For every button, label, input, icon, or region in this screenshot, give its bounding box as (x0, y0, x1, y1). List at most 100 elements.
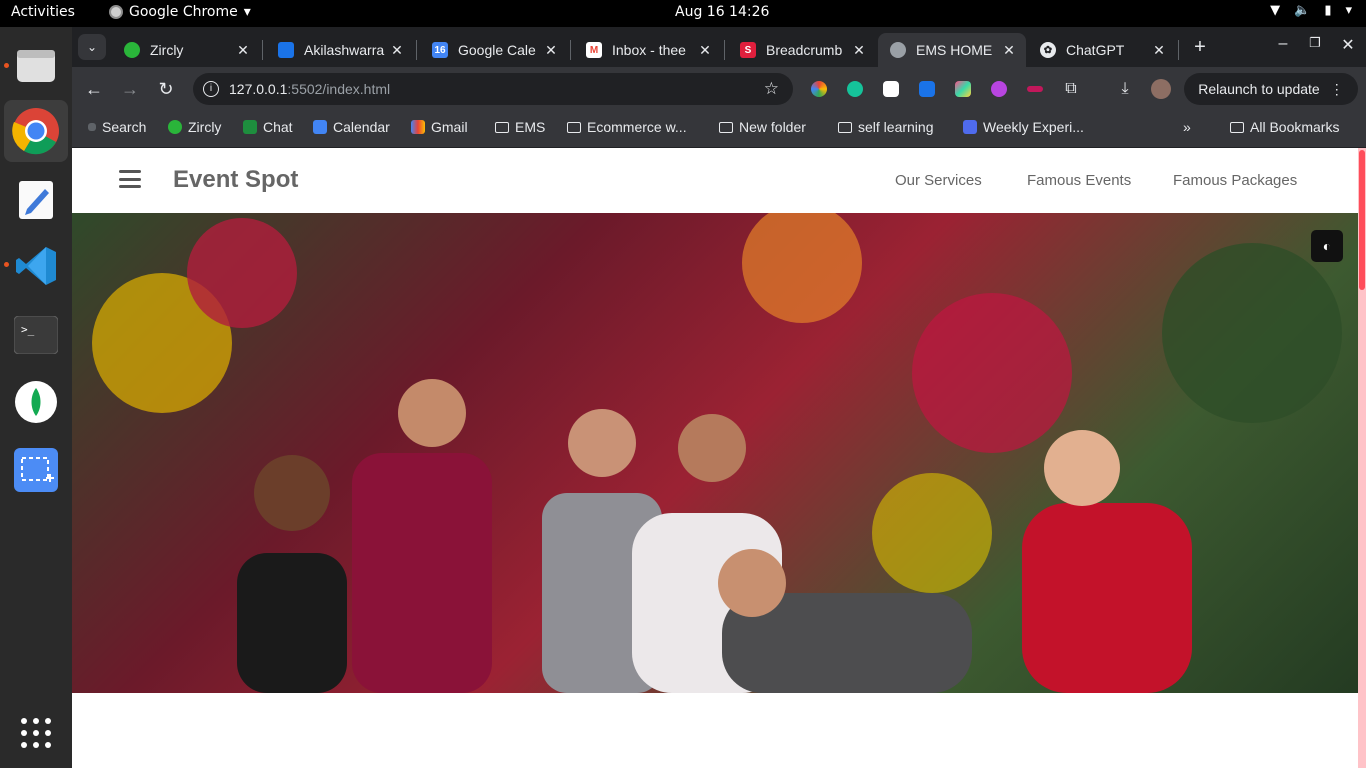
folder-icon (495, 121, 509, 133)
activities-button[interactable]: Activities (11, 4, 75, 20)
fi-extension-icon[interactable] (919, 81, 935, 97)
tab-akilashwarra[interactable]: Akilashwarra ✕ (266, 33, 414, 67)
relaunch-button[interactable]: Relaunch to update ⋮ (1184, 73, 1358, 105)
profile-avatar[interactable] (1151, 79, 1171, 99)
bookmark-label: Gmail (431, 119, 468, 135)
bookmark-label: Calendar (333, 119, 390, 135)
url-path: :5502/index.html (287, 81, 391, 97)
hamburger-menu-icon[interactable] (119, 170, 141, 188)
wifi-icon: ▼ (1270, 3, 1281, 18)
address-bar[interactable]: i 127.0.0.1:5502/index.html ☆ (193, 73, 793, 105)
t-extension-icon[interactable] (883, 81, 899, 97)
nav-our-services[interactable]: Our Services (895, 172, 982, 189)
tab-breadcrumb[interactable]: S Breadcrumb ✕ (728, 33, 876, 67)
bookmark-search[interactable]: Search (88, 119, 146, 135)
bookmark-calendar[interactable]: Calendar (313, 119, 390, 135)
bookmark-folder-ems[interactable]: EMS (495, 119, 545, 135)
vscode-icon[interactable] (13, 243, 59, 289)
folder-icon (838, 121, 852, 133)
bookmark-folder-self-learning[interactable]: self learning (838, 119, 934, 135)
bookmark-folder-new-folder[interactable]: New folder (719, 119, 806, 135)
clock[interactable]: Aug 16 14:26 (675, 4, 769, 20)
bookmark-label: EMS (515, 119, 546, 135)
red-extension-icon[interactable] (1027, 86, 1043, 92)
folder-icon (1230, 121, 1244, 133)
grammarly-extension-icon[interactable] (847, 81, 863, 97)
more-menu-icon[interactable]: ⋮ (1330, 81, 1344, 98)
chrome-icon[interactable] (4, 100, 68, 162)
info-icon[interactable]: i (203, 81, 219, 97)
download-icon[interactable]: ⤓ (1113, 77, 1137, 101)
gmail-icon: M (586, 42, 602, 58)
tab-ems-home[interactable]: EMS HOME ✕ (878, 33, 1026, 67)
tab-title: Zircly (150, 42, 184, 58)
bookmark-star-icon[interactable]: ☆ (764, 79, 779, 99)
minimize-button[interactable]: – (1271, 35, 1295, 53)
tab-title: Google Cale (458, 42, 536, 58)
app-menu[interactable]: Google Chrome ▾ (109, 4, 251, 20)
bookmark-weekly-experience[interactable]: Weekly Experi... (963, 119, 1084, 135)
image-tool-icon[interactable]: ◐ (1311, 230, 1343, 262)
files-icon[interactable] (13, 42, 59, 88)
close-icon[interactable]: ✕ (542, 42, 560, 59)
bookmark-zircly[interactable]: Zircly (168, 119, 221, 135)
url-host: 127.0.0.1 (229, 81, 288, 97)
bookmark-label: Zircly (188, 119, 222, 135)
tab-search-button[interactable]: ⌄ (78, 34, 106, 60)
new-tab-button[interactable]: + (1188, 35, 1212, 59)
bookmark-label: Ecommerce w... (587, 119, 687, 135)
scrollbar-thumb[interactable] (1359, 150, 1365, 290)
bookmark-gmail[interactable]: Gmail (411, 119, 468, 135)
close-icon[interactable]: ✕ (388, 42, 406, 59)
relaunch-label: Relaunch to update (1198, 81, 1320, 97)
folder-icon (719, 121, 733, 133)
mongodb-compass-icon[interactable] (13, 379, 59, 425)
close-icon[interactable]: ✕ (850, 42, 868, 59)
url-text[interactable]: 127.0.0.1:5502/index.html (229, 81, 390, 97)
bookmark-label: All Bookmarks (1250, 119, 1340, 135)
show-apps-icon[interactable] (13, 710, 59, 756)
nav-famous-events[interactable]: Famous Events (1027, 172, 1131, 189)
tab-title: ChatGPT (1066, 42, 1125, 58)
tab-title: Breadcrumb (766, 42, 843, 58)
caret-down-icon: ▾ (243, 4, 251, 20)
screenshot-tool-icon[interactable] (13, 447, 59, 493)
bookmark-label: Chat (263, 119, 293, 135)
app-menu-label: Google Chrome (129, 4, 238, 20)
chat-icon (243, 120, 257, 134)
tab-divider (262, 40, 263, 60)
bookmark-label: New folder (739, 119, 806, 135)
tab-google-calendar[interactable]: 16 Google Cale ✕ (420, 33, 568, 67)
running-indicator (4, 262, 9, 267)
purple-extension-icon[interactable] (991, 81, 1007, 97)
extensions-puzzle-icon[interactable]: ⧉ (1059, 77, 1083, 101)
nav-famous-packages[interactable]: Famous Packages (1173, 172, 1297, 189)
close-icon[interactable]: ✕ (1000, 42, 1018, 59)
bookmark-folder-ecommerce[interactable]: Ecommerce w... (567, 119, 687, 135)
close-window-button[interactable]: ✕ (1336, 35, 1360, 55)
bookmark-chat[interactable]: Chat (243, 119, 293, 135)
bookmarks-overflow-button[interactable]: » (1183, 119, 1191, 135)
close-icon[interactable]: ✕ (1150, 42, 1168, 59)
tab-title: EMS HOME (916, 42, 993, 58)
reload-button[interactable]: ↻ (154, 77, 178, 101)
system-tray[interactable]: ▼ 🔈 ▮ ▾ (1270, 3, 1352, 18)
page-scrollbar[interactable] (1358, 148, 1366, 768)
tab-gmail-inbox[interactable]: M Inbox - thee ✕ (574, 33, 722, 67)
bookmark-all-bookmarks[interactable]: All Bookmarks (1230, 119, 1339, 135)
close-icon[interactable]: ✕ (696, 42, 714, 59)
tab-zircly[interactable]: Zircly ✕ (112, 33, 260, 67)
heart-extension-icon[interactable] (955, 81, 971, 97)
bookmark-label: Weekly Experi... (983, 119, 1084, 135)
color-picker-extension-icon[interactable] (811, 81, 827, 97)
maximize-button[interactable]: ❐ (1303, 35, 1327, 51)
terminal-icon[interactable]: >_ (13, 312, 59, 358)
forward-button[interactable]: → (118, 77, 142, 101)
tab-chatgpt[interactable]: ✿ ChatGPT ✕ (1028, 33, 1176, 67)
close-icon[interactable]: ✕ (234, 42, 252, 59)
zircly-icon (124, 42, 140, 58)
web-page: Event Spot Our Services Famous Events Fa… (72, 148, 1366, 768)
back-button[interactable]: ← (82, 77, 106, 101)
site-brand[interactable]: Event Spot (173, 166, 298, 194)
text-editor-icon[interactable] (13, 177, 59, 223)
